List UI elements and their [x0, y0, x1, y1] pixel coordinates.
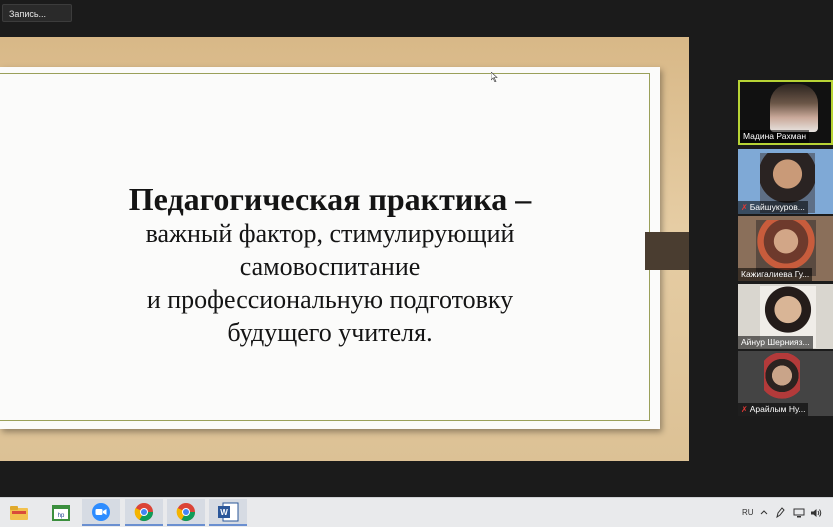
- chrome-icon: [134, 502, 153, 521]
- taskbar-chrome[interactable]: [125, 499, 163, 526]
- svg-text:W: W: [220, 508, 228, 517]
- taskbar-hp-app[interactable]: hp: [42, 499, 80, 526]
- taskbar-word[interactable]: W: [209, 499, 247, 526]
- tray-chevron-icon[interactable]: [760, 498, 768, 527]
- shared-slide: Педагогическая практика – важный фактор,…: [0, 37, 689, 461]
- pen-icon: [776, 506, 785, 518]
- participant-tile[interactable]: ✗ Байшукуров...: [738, 149, 833, 214]
- slide-title: Педагогическая практика –: [128, 181, 532, 217]
- slide-paper: Педагогическая практика – важный фактор,…: [0, 67, 660, 429]
- slide-line: и профессиональную подготовку: [146, 285, 514, 314]
- participant-name: Мадина Рахман: [740, 130, 810, 143]
- mic-muted-icon: ✗: [741, 203, 748, 212]
- slide-line: будущего учителя.: [227, 318, 433, 347]
- mouse-cursor-icon: [491, 72, 498, 82]
- tray-volume-icon[interactable]: [810, 498, 822, 527]
- chevron-up-icon: [760, 509, 768, 514]
- participant-tile[interactable]: Мадина Рахман: [738, 80, 833, 145]
- volume-icon: [811, 508, 822, 517]
- participant-name: ✗ Байшукуров...: [738, 201, 808, 214]
- taskbar-zoom[interactable]: [82, 499, 120, 526]
- taskbar-file-explorer[interactable]: [0, 499, 38, 526]
- folder-icon: [10, 505, 28, 520]
- slide-tab-right: [645, 232, 689, 270]
- network-icon: [793, 508, 805, 517]
- zoom-icon: [92, 502, 110, 521]
- participant-video: [764, 353, 800, 403]
- svg-text:hp: hp: [58, 513, 65, 519]
- recording-label: Запись...: [9, 9, 47, 19]
- slide-text: Педагогическая практика – важный фактор,…: [0, 181, 660, 349]
- participant-tile[interactable]: ✗ Арайлым Ну...: [738, 351, 833, 416]
- recording-badge[interactable]: Запись...: [2, 4, 72, 22]
- participant-name: ✗ Арайлым Ну...: [738, 403, 809, 416]
- tray-network-icon[interactable]: [793, 498, 805, 527]
- participant-name: Айнур Шернияз...: [738, 336, 813, 349]
- participant-name: Кажигалиева Гу...: [738, 268, 813, 281]
- participant-tile[interactable]: Айнур Шернияз...: [738, 284, 833, 349]
- mic-muted-icon: ✗: [741, 405, 748, 414]
- slide-line: самовоспитание: [239, 252, 421, 281]
- language-indicator[interactable]: RU: [742, 498, 754, 527]
- word-icon: W: [218, 502, 239, 521]
- taskbar-chrome[interactable]: [167, 499, 205, 526]
- hp-app-icon: hp: [52, 504, 70, 521]
- chrome-icon: [176, 502, 195, 521]
- taskbar: hp W RU: [0, 497, 833, 527]
- participant-tile[interactable]: Кажигалиева Гу...: [738, 216, 833, 281]
- tray-pen-icon[interactable]: [775, 498, 785, 527]
- participant-video: [770, 84, 818, 132]
- slide-line: важный фактор, стимулирующий: [145, 219, 515, 248]
